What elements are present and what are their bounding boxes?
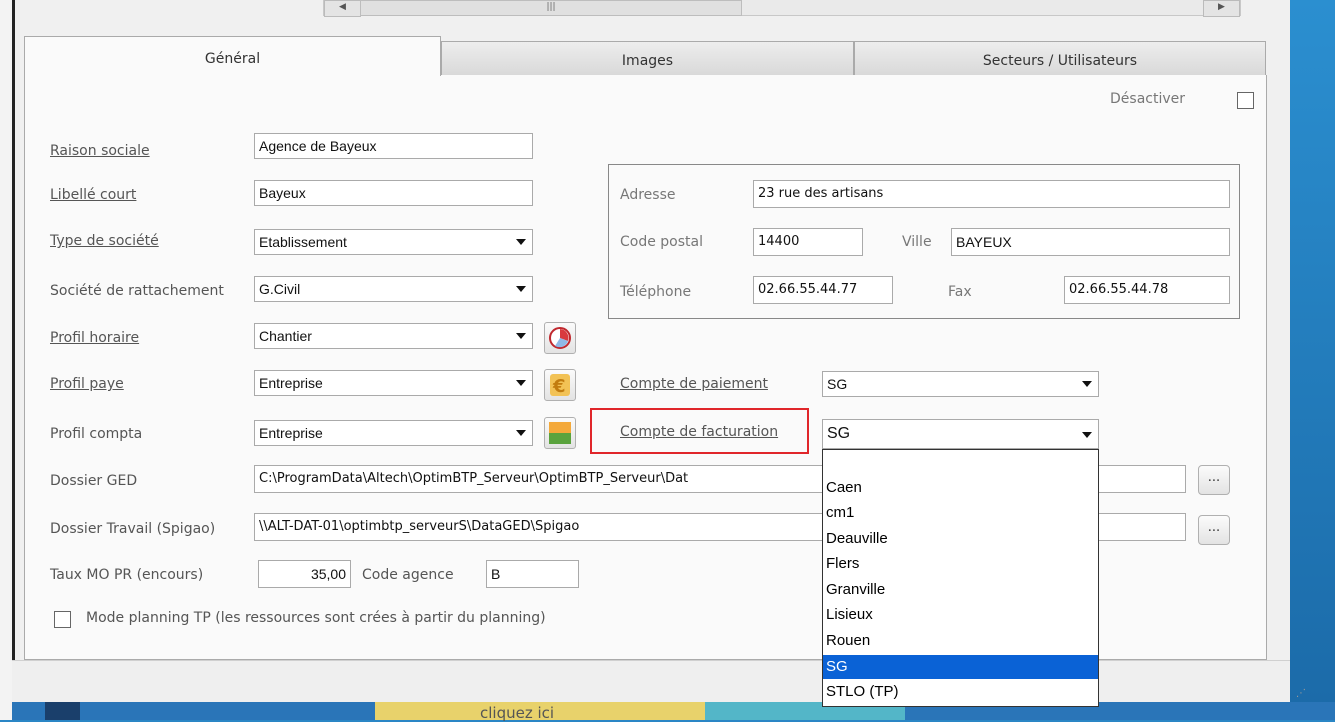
dropdown-option-sg[interactable]: SG	[823, 655, 1098, 679]
fax-label: Fax	[948, 284, 972, 300]
dossier-travail-browse-button[interactable]: ...	[1198, 515, 1230, 545]
taux-mo-label: Taux MO PR (encours)	[50, 567, 204, 583]
compte-facturation-label: Compte de facturation	[620, 424, 779, 440]
tab-images[interactable]: Images	[441, 41, 854, 76]
dossier-ged-browse-button[interactable]: ...	[1198, 465, 1230, 495]
dropdown-option-flers[interactable]: Flers	[823, 552, 1098, 576]
euro-icon: €	[550, 374, 570, 397]
type-societe-value: Etablissement	[259, 234, 347, 250]
profil-paye-select[interactable]: Entreprise	[254, 370, 533, 396]
raison-sociale-label: Raison sociale	[50, 143, 150, 159]
taskbar-element	[45, 702, 80, 720]
profil-compta-value: Entreprise	[259, 425, 323, 441]
desactiver-checkbox[interactable]	[1237, 92, 1254, 109]
dropdown-option[interactable]	[823, 452, 1098, 476]
fax-input[interactable]: 02.66.55.44.78	[1064, 276, 1230, 304]
scroll-left-button[interactable]: ◀	[324, 0, 361, 17]
scroll-right-button[interactable]: ▶	[1203, 0, 1240, 17]
dossier-travail-label: Dossier Travail (Spigao)	[50, 521, 216, 537]
chevron-down-icon	[1082, 381, 1092, 387]
dropdown-option-caen[interactable]: Caen	[823, 476, 1098, 500]
adresse-input[interactable]: 23 rue des artisans	[753, 180, 1230, 208]
dossier-ged-label: Dossier GED	[50, 473, 138, 489]
dropdown-option-stlo-tp[interactable]: STLO (TP)	[823, 680, 1098, 704]
type-societe-label: Type de société	[50, 233, 159, 249]
resize-grip-icon[interactable]: ⋰	[1296, 688, 1310, 702]
mode-planning-checkbox[interactable]	[54, 611, 71, 628]
clock-chart-icon	[549, 327, 571, 349]
compte-facturation-dropdown-list[interactable]: Caen cm1 Deauville Flers Granville Lisie…	[822, 449, 1099, 707]
svg-text:€: €	[552, 376, 566, 397]
window-left-edge	[12, 0, 15, 700]
dropdown-option-rouen[interactable]: Rouen	[823, 629, 1098, 653]
dropdown-option-cm1[interactable]: cm1	[823, 501, 1098, 525]
desactiver-label: Désactiver	[1110, 91, 1185, 107]
desktop-background-right	[1290, 0, 1335, 720]
chevron-down-icon	[516, 239, 526, 245]
profil-horaire-value: Chantier	[259, 328, 312, 344]
societe-rattachement-select[interactable]: G.Civil	[254, 276, 533, 302]
ville-input[interactable]: BAYEUX	[951, 228, 1230, 256]
societe-rattachement-value: G.Civil	[259, 281, 301, 297]
dropdown-option-granville[interactable]: Granville	[823, 578, 1098, 602]
compte-facturation-select[interactable]: SG	[822, 419, 1099, 449]
taux-mo-input[interactable]: 35,00	[258, 560, 351, 588]
tab-secteurs-utilisateurs[interactable]: Secteurs / Utilisateurs	[854, 41, 1266, 76]
chevron-down-icon	[516, 430, 526, 436]
ville-label: Ville	[902, 234, 932, 250]
compte-paiement-select[interactable]: SG	[822, 371, 1099, 397]
profil-compta-select[interactable]: Entreprise	[254, 420, 533, 446]
code-agence-label: Code agence	[362, 567, 454, 583]
chevron-down-icon	[516, 286, 526, 292]
libelle-court-label: Libellé court	[50, 187, 137, 203]
profil-horaire-select[interactable]: Chantier	[254, 323, 533, 349]
telephone-input[interactable]: 02.66.55.44.77	[753, 276, 893, 304]
desktop-background-left	[0, 0, 12, 720]
compte-paiement-label: Compte de paiement	[620, 376, 768, 392]
horizontal-scrollbar[interactable]: ◀ ||| ▶	[323, 0, 1241, 17]
code-agence-input[interactable]: B	[486, 560, 579, 588]
chevron-down-icon	[1082, 432, 1092, 438]
background-text: cliquez ici	[480, 704, 555, 722]
telephone-label: Téléphone	[620, 284, 692, 300]
dropdown-option-lisieux[interactable]: Lisieux	[823, 603, 1098, 627]
desktop-background-bottom: cliquez ici	[0, 702, 1335, 722]
code-postal-label: Code postal	[620, 234, 703, 250]
libelle-court-input[interactable]: Bayeux	[254, 180, 533, 206]
societe-rattachement-label: Société de rattachement	[50, 283, 224, 299]
profil-horaire-label: Profil horaire	[50, 330, 140, 346]
tab-general[interactable]: Général	[24, 36, 441, 76]
code-postal-input[interactable]: 14400	[753, 228, 863, 256]
scroll-thumb[interactable]: |||	[360, 0, 742, 16]
profil-compta-label: Profil compta	[50, 426, 143, 442]
compte-facturation-value: SG	[827, 425, 851, 442]
profil-paye-value: Entreprise	[259, 375, 323, 391]
profil-compta-button[interactable]	[544, 417, 576, 449]
chevron-down-icon	[516, 333, 526, 339]
chevron-down-icon	[516, 380, 526, 386]
adresse-label: Adresse	[620, 187, 676, 203]
profil-horaire-button[interactable]	[544, 322, 576, 354]
dropdown-option-deauville[interactable]: Deauville	[823, 527, 1098, 551]
type-societe-select[interactable]: Etablissement	[254, 229, 533, 255]
raison-sociale-input[interactable]: Agence de Bayeux	[254, 133, 533, 159]
ledger-icon	[549, 422, 571, 444]
mode-planning-label: Mode planning TP (les ressources sont cr…	[86, 610, 546, 626]
compte-paiement-value: SG	[827, 376, 848, 392]
profil-paye-button[interactable]: €	[544, 369, 576, 401]
profil-paye-label: Profil paye	[50, 376, 124, 392]
